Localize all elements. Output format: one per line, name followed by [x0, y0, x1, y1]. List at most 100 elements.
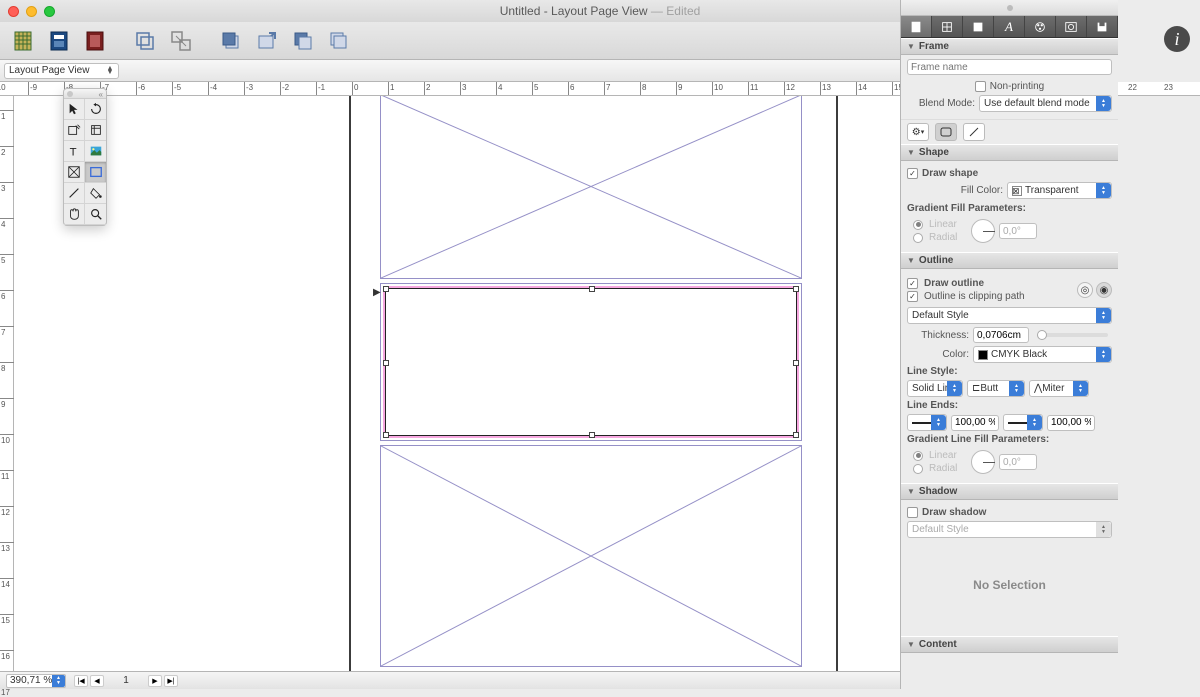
- info-button[interactable]: i: [1164, 26, 1190, 52]
- tool-text[interactable]: T: [64, 141, 85, 162]
- grad-angle-dial[interactable]: [971, 219, 995, 243]
- grad-radial-radio[interactable]: [913, 233, 923, 243]
- tool-hand[interactable]: [64, 204, 85, 225]
- page-last-button[interactable]: ▶|: [164, 675, 178, 687]
- tools-palette[interactable]: « T: [63, 88, 107, 226]
- inspector-tab-fill[interactable]: [963, 16, 994, 37]
- tool-rotate[interactable]: [85, 99, 106, 120]
- outline-color-select[interactable]: CMYK Black: [973, 346, 1112, 363]
- clipping-path-checkbox[interactable]: ✓: [907, 291, 918, 302]
- line-end-right-select[interactable]: [1003, 414, 1043, 431]
- resize-handle-ne[interactable]: [793, 286, 799, 292]
- frame-name-input[interactable]: [907, 59, 1112, 75]
- draw-shape-checkbox[interactable]: ✓: [907, 168, 918, 179]
- inspector-tab-save[interactable]: [1087, 16, 1118, 37]
- page-prev-button[interactable]: ◀: [90, 675, 104, 687]
- fill-color-select[interactable]: ⊠Transparent: [1007, 182, 1112, 199]
- inspector-tab-text[interactable]: A: [994, 16, 1025, 37]
- resize-handle-s[interactable]: [589, 432, 595, 438]
- group-icon[interactable]: [130, 27, 160, 55]
- section-header-shadow[interactable]: Shadow: [901, 483, 1118, 500]
- blend-mode-label: Blend Mode:: [907, 98, 975, 109]
- tool-image[interactable]: [85, 141, 106, 162]
- section-header-outline[interactable]: Outline: [901, 252, 1118, 269]
- tool-frame-edit[interactable]: [64, 120, 85, 141]
- tool-rectangle[interactable]: [85, 162, 106, 183]
- grad-linear-radio[interactable]: [913, 220, 923, 230]
- inspector-tabs: A: [901, 16, 1118, 38]
- inner-outline-toggle[interactable]: ◎: [1077, 282, 1093, 298]
- outline-style-select[interactable]: Default Style: [907, 307, 1112, 324]
- send-back-icon[interactable]: [324, 27, 354, 55]
- line-end-left-select[interactable]: [907, 414, 947, 431]
- image-frame-bottom[interactable]: [380, 445, 802, 667]
- non-printing-checkbox[interactable]: [975, 81, 986, 92]
- draw-shape-label: Draw shape: [922, 168, 978, 179]
- doc-page3-icon[interactable]: [80, 27, 110, 55]
- zoom-select[interactable]: 390,71 %: [6, 674, 66, 688]
- page-number: 1: [106, 675, 146, 686]
- inspector-tab-color[interactable]: [1025, 16, 1056, 37]
- inspector-tab-image[interactable]: [1056, 16, 1087, 37]
- shape-mode-line[interactable]: [963, 123, 985, 141]
- tool-fill-bucket[interactable]: [85, 183, 106, 204]
- tool-placeholder-x[interactable]: [64, 162, 85, 183]
- canvas-area[interactable]: ▶: [14, 96, 900, 671]
- shadow-style-select[interactable]: Default Style: [907, 521, 1112, 538]
- tool-select-arrow[interactable]: [64, 99, 85, 120]
- line-end-left-pct[interactable]: [951, 415, 999, 431]
- doc-page2-icon[interactable]: [44, 27, 74, 55]
- bring-front-icon[interactable]: [216, 27, 246, 55]
- inspector-tab-geometry[interactable]: [932, 16, 963, 37]
- line-end-right-pct[interactable]: [1047, 415, 1095, 431]
- window-edited-status: Edited: [666, 4, 700, 18]
- tools-palette-titlebar[interactable]: «: [64, 89, 106, 99]
- image-frame-middle-selected[interactable]: [385, 288, 797, 436]
- resize-handle-nw[interactable]: [383, 286, 389, 292]
- draw-shadow-checkbox[interactable]: [907, 507, 918, 518]
- tool-line[interactable]: [64, 183, 85, 204]
- page-next-button[interactable]: ▶: [148, 675, 162, 687]
- tool-zoom[interactable]: [85, 204, 106, 225]
- outer-outline-toggle[interactable]: ◉: [1096, 282, 1112, 298]
- resize-handle-sw[interactable]: [383, 432, 389, 438]
- line-style-select[interactable]: Solid Line: [907, 380, 963, 397]
- send-backward-icon[interactable]: [288, 27, 318, 55]
- shape-mode-rect[interactable]: [935, 123, 957, 141]
- non-printing-label: Non-printing: [990, 81, 1044, 92]
- svg-text:T: T: [70, 146, 77, 158]
- resize-handle-n[interactable]: [589, 286, 595, 292]
- line-cap-select[interactable]: ⊏ Butt: [967, 380, 1025, 397]
- image-frame-top[interactable]: [380, 96, 802, 279]
- line-join-select[interactable]: ⋀ Miter: [1029, 380, 1089, 397]
- inspector-tab-frame[interactable]: [901, 16, 932, 37]
- outline-grad-angle-input[interactable]: [999, 454, 1037, 470]
- blend-mode-select[interactable]: Use default blend mode: [979, 95, 1112, 112]
- window-minimize-button[interactable]: [26, 6, 37, 17]
- selection-indicator-arrow: ▶: [373, 287, 381, 298]
- ungroup-icon[interactable]: [166, 27, 196, 55]
- outline-grad-dial[interactable]: [971, 450, 995, 474]
- tool-crop[interactable]: [85, 120, 106, 141]
- resize-handle-w[interactable]: [383, 360, 389, 366]
- resize-handle-se[interactable]: [793, 432, 799, 438]
- resize-handle-e[interactable]: [793, 360, 799, 366]
- inspector-drag-handle[interactable]: [901, 0, 1118, 16]
- draw-outline-checkbox[interactable]: ✓: [907, 278, 918, 289]
- section-header-frame[interactable]: Frame: [901, 38, 1118, 55]
- page-first-button[interactable]: |◀: [74, 675, 88, 687]
- window-close-button[interactable]: [8, 6, 19, 17]
- outline-grad-linear-radio[interactable]: [913, 451, 923, 461]
- outline-grad-radial-radio[interactable]: [913, 464, 923, 474]
- thickness-slider[interactable]: [1037, 333, 1108, 337]
- vertical-ruler: 1234567891011121314151617: [0, 96, 14, 671]
- section-header-content[interactable]: Content: [901, 636, 1118, 653]
- thickness-input[interactable]: [973, 327, 1029, 343]
- window-zoom-button[interactable]: [44, 6, 55, 17]
- view-mode-select[interactable]: Layout Page View ▲▼: [4, 63, 119, 79]
- bring-forward-icon[interactable]: [252, 27, 282, 55]
- grad-angle-input[interactable]: [999, 223, 1037, 239]
- frame-options-gear[interactable]: ⚙▾: [907, 123, 929, 141]
- doc-page1-icon[interactable]: [8, 27, 38, 55]
- section-header-shape[interactable]: Shape: [901, 144, 1118, 161]
